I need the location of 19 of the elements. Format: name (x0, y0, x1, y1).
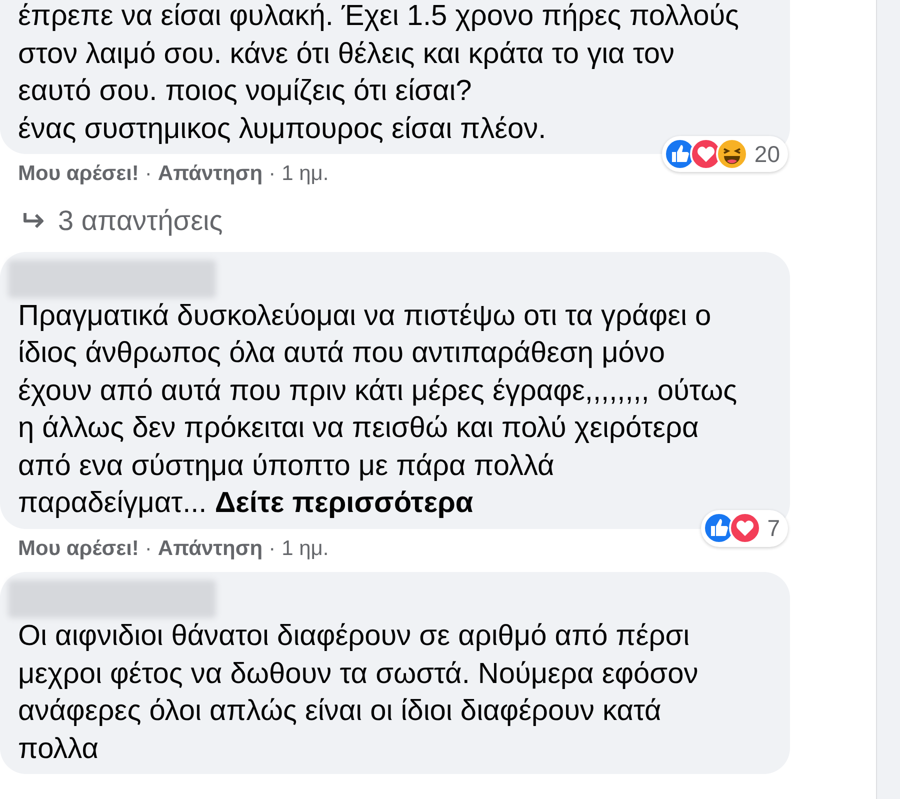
replies-link[interactable]: 3 απαντήσεις (58, 200, 223, 242)
separator-dot: · (144, 536, 152, 562)
comment-text: Οι αιφνιδιοι θάνατοι διαφέρουν σε αριθμό από πέρσι μεχροι φέτος να δωθουν τα σωστά. Νούμερα εφόσον ανάφερες όλοι απλώς είναι οι ίδιοι διαφέρουν κατά πολλα (18, 619, 700, 766)
laughing-face-icon (716, 138, 748, 170)
like-link[interactable]: Μου αρέσει! (18, 532, 139, 564)
reply-link[interactable]: Απάντηση (158, 158, 263, 190)
separator-dot: · (268, 161, 276, 187)
see-more-link[interactable]: Δείτε περισσότερα (214, 487, 474, 519)
separator-dot: · (144, 161, 152, 187)
timestamp[interactable]: 1 ημ. (282, 158, 329, 190)
reply-link[interactable]: Απάντηση (158, 532, 263, 564)
reply-arrow-icon (22, 210, 46, 230)
reaction-summary[interactable]: 20 (662, 136, 788, 172)
reaction-count: 20 (754, 140, 780, 168)
reaction-summary[interactable]: 7 (701, 510, 788, 546)
timestamp[interactable]: 1 ημ. (282, 532, 329, 564)
like-link[interactable]: Μου αρέσει! (18, 158, 139, 190)
separator-dot: · (268, 536, 276, 562)
reaction-count: 7 (767, 514, 780, 543)
